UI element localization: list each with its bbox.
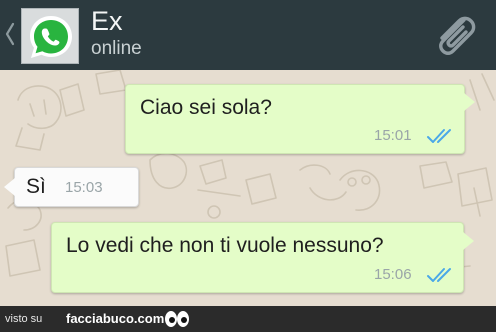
double-check-read-icon bbox=[427, 268, 451, 282]
eyes-icon bbox=[165, 311, 189, 327]
chat-header: Ex online bbox=[0, 0, 496, 70]
message-bubble-outgoing[interactable]: Ciao sei sola? 15:01 bbox=[125, 84, 465, 154]
contact-status: online bbox=[91, 38, 142, 59]
watermark-footer: visto su facciabuco.com bbox=[0, 306, 496, 332]
message-bubble-incoming[interactable]: Sì 15:03 bbox=[14, 167, 139, 207]
watermark-site: facciabuco.com bbox=[66, 311, 165, 326]
bubble-tail bbox=[4, 178, 15, 196]
message-time: 15:06 bbox=[374, 266, 412, 283]
message-time: 15:03 bbox=[65, 179, 103, 196]
whatsapp-logo-icon bbox=[30, 16, 72, 58]
message-text: Lo vedi che non ti vuole nessuno? bbox=[66, 234, 384, 257]
bubble-tail bbox=[463, 232, 474, 250]
double-check-read-icon bbox=[427, 129, 451, 143]
watermark-prefix: visto su bbox=[5, 313, 43, 325]
message-text: Sì bbox=[26, 175, 46, 198]
message-text: Ciao sei sola? bbox=[140, 96, 272, 119]
message-bubble-outgoing[interactable]: Lo vedi che non ti vuole nessuno? 15:06 bbox=[51, 222, 464, 293]
contact-name[interactable]: Ex bbox=[91, 6, 123, 36]
message-time: 15:01 bbox=[374, 127, 412, 144]
bubble-tail bbox=[464, 93, 475, 111]
chat-area[interactable]: Ciao sei sola? 15:01 Sì 15:03 Lo vedi ch… bbox=[0, 70, 496, 306]
paperclip-icon[interactable] bbox=[430, 12, 478, 58]
chevron-left-icon[interactable] bbox=[5, 21, 15, 47]
contact-avatar[interactable] bbox=[21, 8, 79, 64]
